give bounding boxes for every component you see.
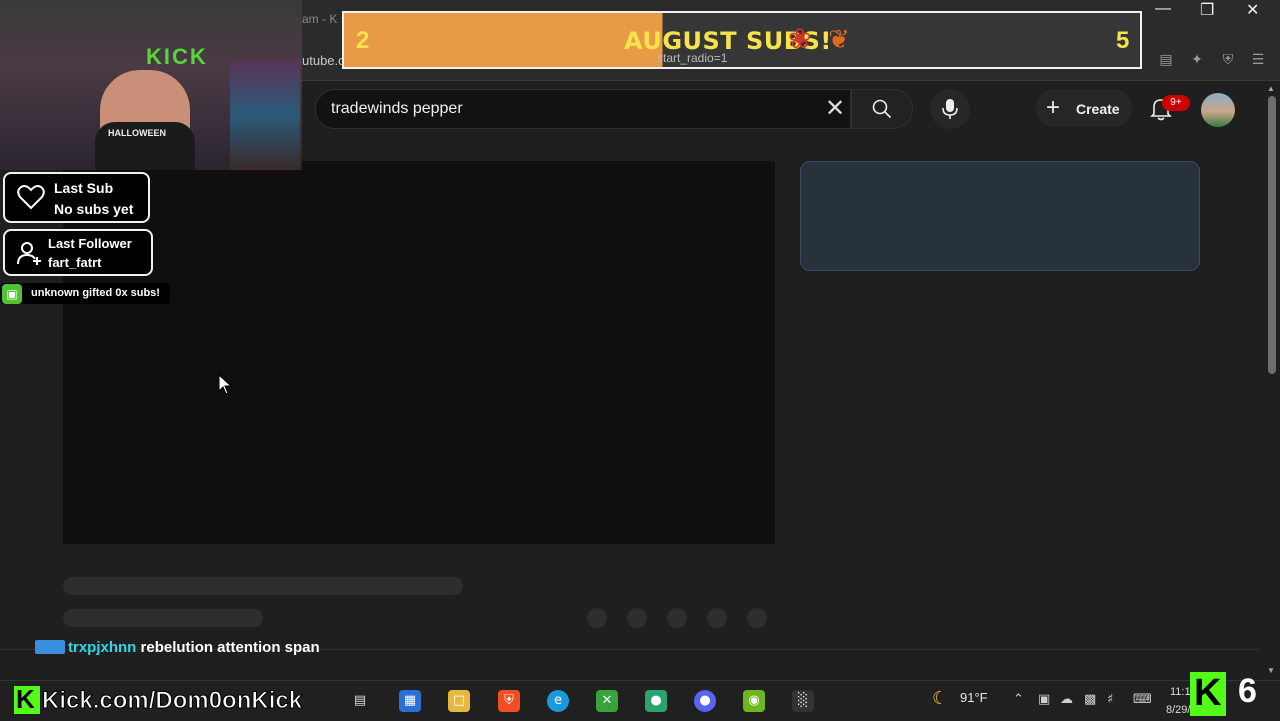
viewer-count-k-glyph: K — [1194, 672, 1222, 714]
nvidia-icon[interactable]: ◉ — [743, 690, 765, 712]
sub-goal-banner: 2 AUGUST SUBS! ❀ ❦ start_radio=1 5 — [342, 11, 1142, 69]
account-avatar[interactable] — [1201, 93, 1235, 127]
chevron-up-icon[interactable]: ⌃ — [1013, 692, 1024, 707]
task-view-icon[interactable]: ▤ — [349, 690, 371, 712]
shirt-text: HALLOWEEN — [108, 128, 166, 138]
tab-title-fragment[interactable]: am - K — [302, 12, 337, 26]
search-icon — [872, 99, 892, 119]
scroll-down-arrow[interactable]: ▼ — [1267, 666, 1275, 675]
gift-icon: ▣ — [2, 284, 22, 304]
goal-current-count: 2 — [356, 27, 370, 54]
stream-url-overlay: Kick.com/Dom0onKick — [41, 687, 303, 715]
fallen-leaf-icon: ❦ — [828, 25, 850, 55]
last-follower-title: Last Follower — [48, 236, 132, 251]
viewer-count: 6 — [1238, 672, 1257, 710]
url-param-text: start_radio=1 — [657, 51, 728, 65]
maple-leaf-icon: ❀ — [788, 22, 812, 55]
store-icon[interactable]: ▦ — [399, 690, 421, 712]
plus-icon: + — [1046, 94, 1061, 121]
voice-search-button[interactable] — [930, 89, 970, 129]
webcam-background-shelf — [230, 60, 300, 170]
create-label[interactable]: Create — [1076, 101, 1120, 117]
chat-app-icon[interactable]: ● — [645, 690, 667, 712]
user-plus-icon — [17, 242, 41, 265]
subtitle-skeleton — [63, 609, 263, 627]
last-follower-widget: Last Follower fart_fatrt — [3, 229, 153, 276]
clear-search-icon[interactable]: ✕ — [822, 95, 848, 121]
cloud-icon[interactable]: ☁ — [1060, 692, 1073, 707]
last-follower-value: fart_fatrt — [48, 255, 102, 270]
webcam-kick-sign: KICK — [146, 44, 208, 69]
close-window-button[interactable]: ✕ — [1246, 0, 1259, 20]
microphone-icon — [942, 99, 958, 119]
chat-message: trxpjxhnn rebelution attention span — [35, 639, 320, 656]
vpn-icon[interactable]: ⛨ — [1219, 51, 1237, 69]
search-button[interactable] — [851, 89, 913, 129]
search-query[interactable]: tradewinds pepper — [331, 100, 463, 118]
last-sub-value: No subs yet — [54, 201, 134, 217]
xbox-icon[interactable]: ✕ — [596, 690, 618, 712]
last-sub-title: Last Sub — [54, 180, 114, 196]
keyboard-icon[interactable]: ⌨ — [1133, 692, 1152, 707]
action-skeleton — [707, 608, 727, 628]
discord-icon[interactable]: ● — [694, 690, 716, 712]
notification-count-badge: 9+ — [1162, 95, 1190, 111]
title-skeleton — [63, 577, 463, 595]
scroll-up-arrow[interactable]: ▲ — [1267, 84, 1275, 93]
webcam-feed: KICK HALLOWEEN — [0, 0, 302, 170]
action-skeleton — [627, 608, 647, 628]
edge-icon[interactable]: e — [547, 690, 569, 712]
chart-app-icon[interactable]: ░ — [792, 690, 814, 712]
weather-temperature[interactable]: 91°F — [960, 690, 988, 705]
leo-icon[interactable]: ✦ — [1188, 51, 1206, 69]
brave-icon[interactable]: ⛨ — [498, 690, 520, 712]
chat-username: trxpjxhnn — [68, 639, 137, 656]
restore-button[interactable]: ❐ — [1200, 0, 1214, 20]
wallet-icon[interactable]: ▤ — [1157, 51, 1175, 69]
page-scrollbar-thumb[interactable] — [1268, 96, 1276, 374]
url-text[interactable]: utube.c — [302, 53, 345, 68]
action-skeleton — [587, 608, 607, 628]
file-explorer-icon[interactable]: □ — [448, 690, 470, 712]
meet-icon[interactable]: ▣ — [1038, 692, 1050, 707]
goal-target-count: 5 — [1116, 27, 1130, 54]
mouse-cursor-icon — [218, 374, 232, 395]
video-player[interactable] — [63, 161, 775, 544]
minimize-button[interactable]: — — [1155, 0, 1171, 18]
network-icon[interactable]: ▩ — [1084, 692, 1096, 707]
sidebar-card-placeholder — [800, 161, 1200, 271]
gift-alert-text: unknown gifted 0x subs! — [31, 287, 160, 299]
last-sub-widget: Last Sub No subs yet — [3, 172, 150, 223]
moon-weather-icon[interactable]: ☾ — [932, 688, 948, 709]
action-skeleton — [667, 608, 687, 628]
volume-icon[interactable]: ♯ — [1107, 692, 1113, 707]
clock-time[interactable]: 11:1 — [1170, 686, 1191, 698]
kick-k-glyph: K — [16, 684, 35, 714]
action-skeleton — [747, 608, 767, 628]
chat-text: rebelution attention span — [140, 639, 320, 656]
menu-icon[interactable]: ☰ — [1249, 51, 1267, 69]
heart-icon — [17, 185, 45, 210]
